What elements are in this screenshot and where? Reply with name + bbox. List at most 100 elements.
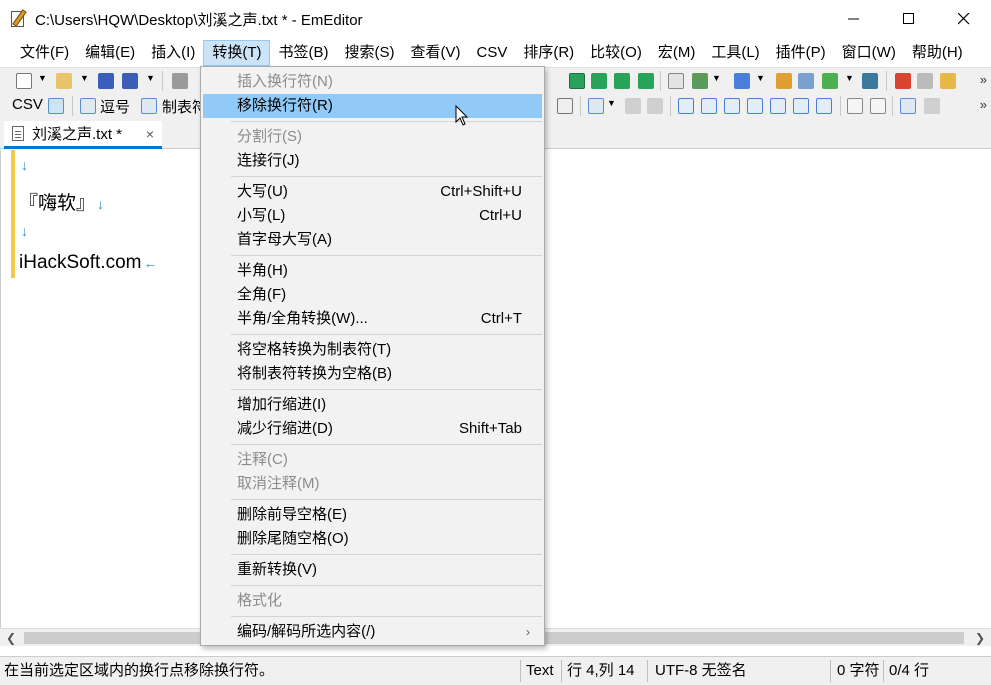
status-encoding[interactable]: UTF-8 无签名 (651, 657, 747, 685)
tab-close-button[interactable]: × (146, 126, 154, 142)
menu-capitalize[interactable]: 首字母大写(A) (203, 228, 542, 252)
save-all-icon[interactable] (122, 73, 138, 89)
split-columns-icon[interactable] (647, 98, 663, 114)
menu-delete-trailing-spaces[interactable]: 删除尾随空格(O) (203, 527, 542, 551)
spell-check-icon[interactable] (668, 73, 684, 89)
font-icon[interactable] (734, 73, 750, 89)
toolbar-overflow-icon[interactable]: » (980, 72, 987, 87)
menu-increase-indent[interactable]: 增加行缩进(I) (203, 393, 542, 417)
editor-line-3: ↓ (19, 220, 28, 242)
join-columns-icon[interactable] (625, 98, 641, 114)
refresh-icon[interactable] (638, 73, 654, 89)
scroll-right-icon[interactable]: ❯ (971, 629, 989, 647)
menu-insert[interactable]: 插入(I) (143, 40, 203, 66)
minimize-icon (847, 18, 859, 20)
abc-spell-icon[interactable] (847, 98, 863, 114)
comma-icon[interactable] (80, 98, 96, 114)
highlight-line-icon[interactable] (569, 73, 585, 89)
save-dropdown-icon[interactable]: ▼ (146, 73, 155, 83)
menu-halfwidth[interactable]: 半角(H) (203, 259, 542, 283)
open-dropdown-icon[interactable]: ▼ (80, 73, 89, 83)
mouse-cursor-icon (455, 105, 469, 126)
sort-num-asc-icon[interactable] (724, 98, 740, 114)
tab-document[interactable]: 刘溪之声.txt * × (4, 121, 162, 149)
sort-num-desc-icon[interactable] (747, 98, 763, 114)
menu-uppercase[interactable]: 大写(U) Ctrl+Shift+U (203, 180, 542, 204)
record-macro-icon[interactable] (895, 73, 911, 89)
convert-menu-dropdown: 插入换行符(N) 移除换行符(R) 分割行(S) 连接行(J) 大写(U) Ctr… (200, 66, 545, 646)
new-file-icon[interactable] (16, 73, 32, 89)
menu-tabs-to-spaces[interactable]: 将制表符转换为空格(B) (203, 362, 542, 386)
split-window-icon[interactable] (924, 98, 940, 114)
menu-macros[interactable]: 宏(M) (650, 40, 704, 66)
menu-compare[interactable]: 比较(O) (582, 40, 650, 66)
sort-desc-icon[interactable] (701, 98, 717, 114)
menu-csv[interactable]: CSV (468, 40, 515, 66)
scroll-left-icon[interactable]: ❮ (2, 629, 20, 647)
menu-insert-newline[interactable]: 插入换行符(N) (203, 70, 542, 94)
print-icon[interactable] (172, 73, 188, 89)
menu-bookmarks[interactable]: 书签(B) (270, 40, 336, 66)
sort-length-desc-icon[interactable] (793, 98, 809, 114)
menu-decrease-indent[interactable]: 减少行缩进(D) Shift+Tab (203, 417, 542, 441)
csv-mode-icon[interactable] (48, 98, 64, 114)
menu-fullwidth[interactable]: 全角(F) (203, 283, 542, 307)
columns-icon[interactable] (588, 98, 604, 114)
minimize-button[interactable] (826, 0, 881, 38)
menu-delete-leading-spaces[interactable]: 删除前导空格(E) (203, 503, 542, 527)
menu-lowercase[interactable]: 小写(L) Ctrl+U (203, 204, 542, 228)
emeditor-app-icon[interactable] (9, 9, 29, 29)
customize-icon[interactable] (798, 73, 814, 89)
menu-encode-decode[interactable]: 编码/解码所选内容(/) › (203, 620, 542, 644)
menu-file[interactable]: 文件(F) (12, 40, 77, 66)
menu-sort[interactable]: 排序(R) (515, 40, 582, 66)
edit-macro-icon[interactable] (776, 73, 792, 89)
word-count-icon[interactable] (692, 73, 708, 89)
menu-spaces-to-tabs[interactable]: 将空格转换为制表符(T) (203, 338, 542, 362)
save-icon[interactable] (98, 73, 114, 89)
toolbar2-overflow-icon[interactable]: » (980, 97, 987, 112)
menu-tools[interactable]: 工具(L) (703, 40, 767, 66)
menu-remove-newline[interactable]: 移除换行符(R) (203, 94, 542, 118)
menu-reconvert[interactable]: 重新转换(V) (203, 558, 542, 582)
menu-split-lines[interactable]: 分割行(S) (203, 125, 542, 149)
font-dropdown-icon[interactable]: ▼ (756, 73, 765, 83)
sort-asc-icon[interactable] (678, 98, 694, 114)
marker-icon[interactable] (591, 73, 607, 89)
menu-comment[interactable]: 注释(C) (203, 448, 542, 472)
menu-join-lines[interactable]: 连接行(J) (203, 149, 542, 173)
menu-format[interactable]: 格式化 (203, 589, 542, 613)
menu-edit[interactable]: 编辑(E) (77, 40, 143, 66)
menu-view[interactable]: 查看(V) (402, 40, 468, 66)
csv-button[interactable]: CSV (12, 96, 43, 113)
chart-icon[interactable] (822, 73, 838, 89)
close-button[interactable] (936, 0, 991, 38)
outline-icon[interactable] (862, 73, 878, 89)
open-folder-icon[interactable] (56, 73, 72, 89)
menu-plugins[interactable]: 插件(P) (768, 40, 834, 66)
menu-window[interactable]: 窗口(W) (834, 40, 904, 66)
menu-width-convert[interactable]: 半角/全角转换(W)... Ctrl+T (203, 307, 542, 331)
run-macro-icon[interactable] (917, 73, 933, 89)
sort-length-icon[interactable] (770, 98, 786, 114)
columns-dropdown-icon[interactable]: ▼ (607, 98, 616, 108)
menu-uncomment[interactable]: 取消注释(M) (203, 472, 542, 496)
wrap-icon[interactable] (614, 73, 630, 89)
tools-icon[interactable] (557, 98, 573, 114)
word-count-dropdown-icon[interactable]: ▼ (712, 73, 721, 83)
macro-menu-icon[interactable] (940, 73, 956, 89)
modified-lines-marker (11, 150, 15, 278)
status-mode[interactable]: Text (522, 657, 554, 685)
sort-date-icon[interactable] (816, 98, 832, 114)
menu-search[interactable]: 搜索(S) (336, 40, 402, 66)
tab-separated-icon[interactable] (141, 98, 157, 114)
abc-replace-icon[interactable] (870, 98, 886, 114)
new-dropdown-icon[interactable]: ▼ (38, 73, 47, 83)
comma-button[interactable]: 逗号 (100, 96, 130, 117)
maximize-button[interactable] (881, 0, 936, 38)
menu-help[interactable]: 帮助(H) (904, 40, 971, 66)
compare-icon[interactable] (900, 98, 916, 114)
chart-dropdown-icon[interactable]: ▼ (845, 73, 854, 83)
status-position[interactable]: 行 4,列 14 (563, 657, 635, 685)
menu-convert[interactable]: 转换(T) (203, 40, 271, 66)
